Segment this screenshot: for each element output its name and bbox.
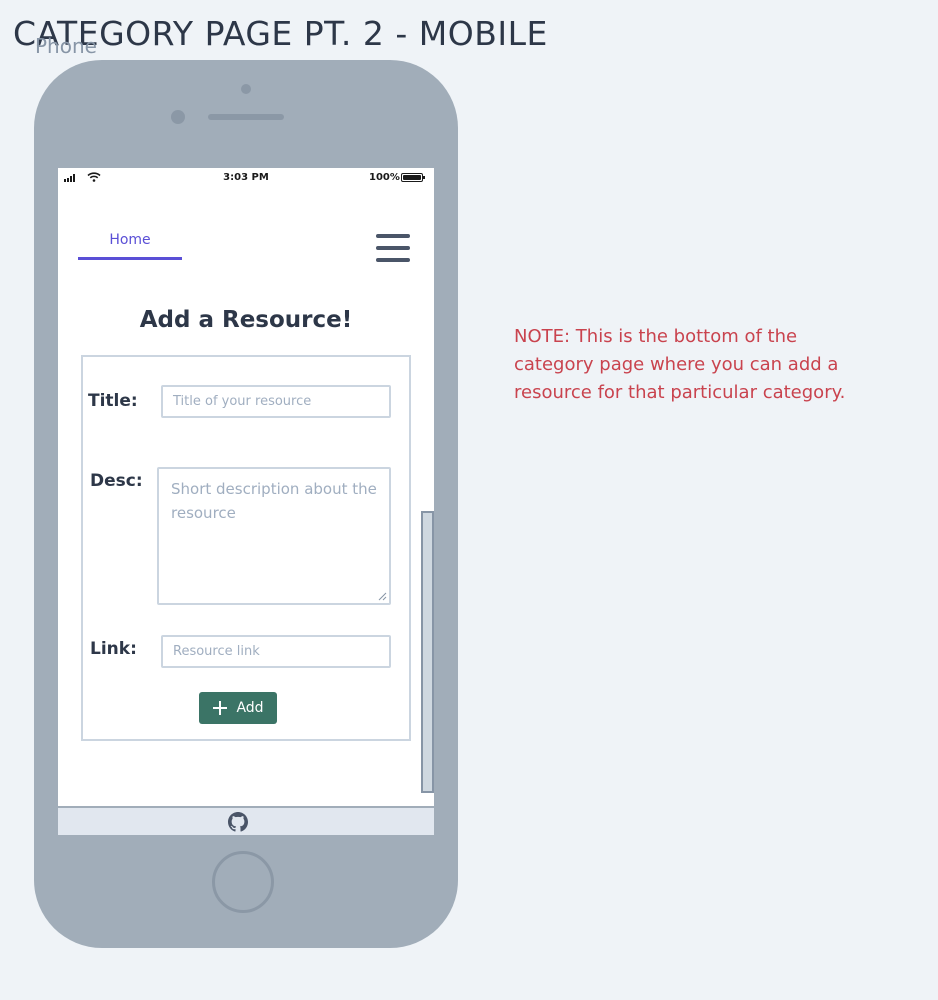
add-button-label: Add: [236, 700, 264, 716]
link-input[interactable]: Resource link: [161, 635, 391, 668]
battery-percent: 100%: [369, 172, 400, 183]
title-label: Title:: [88, 391, 138, 411]
phone-label: Phone: [35, 34, 97, 58]
phone-home-button[interactable]: [212, 851, 274, 913]
desc-placeholder: Short description about the resource: [171, 480, 377, 522]
sensor-dot: [241, 84, 251, 94]
status-bar: 3:03 PM 100%: [58, 168, 434, 188]
speaker-grille: [208, 114, 284, 120]
phone-screen: 3:03 PM 100% Home Add a Resource! Title:…: [58, 168, 434, 806]
battery-icon: [401, 173, 425, 182]
resize-handle-icon[interactable]: [378, 592, 387, 601]
form-title: Add a Resource!: [139, 307, 353, 333]
camera-icon: [171, 110, 185, 124]
link-label: Link:: [90, 639, 137, 659]
github-icon[interactable]: [228, 812, 248, 832]
note-text: NOTE: This is the bottom of the category…: [514, 326, 846, 403]
hamburger-icon[interactable]: [376, 234, 410, 262]
plus-icon: [213, 701, 228, 715]
scrollbar[interactable]: [421, 511, 434, 793]
desc-label: Desc:: [90, 471, 143, 491]
title-input[interactable]: Title of your resource: [161, 385, 391, 418]
footer-bar: [58, 808, 434, 835]
add-button[interactable]: Add: [199, 692, 277, 724]
nav-home-link[interactable]: Home: [78, 232, 182, 260]
desc-textarea[interactable]: Short description about the resource: [157, 467, 391, 605]
